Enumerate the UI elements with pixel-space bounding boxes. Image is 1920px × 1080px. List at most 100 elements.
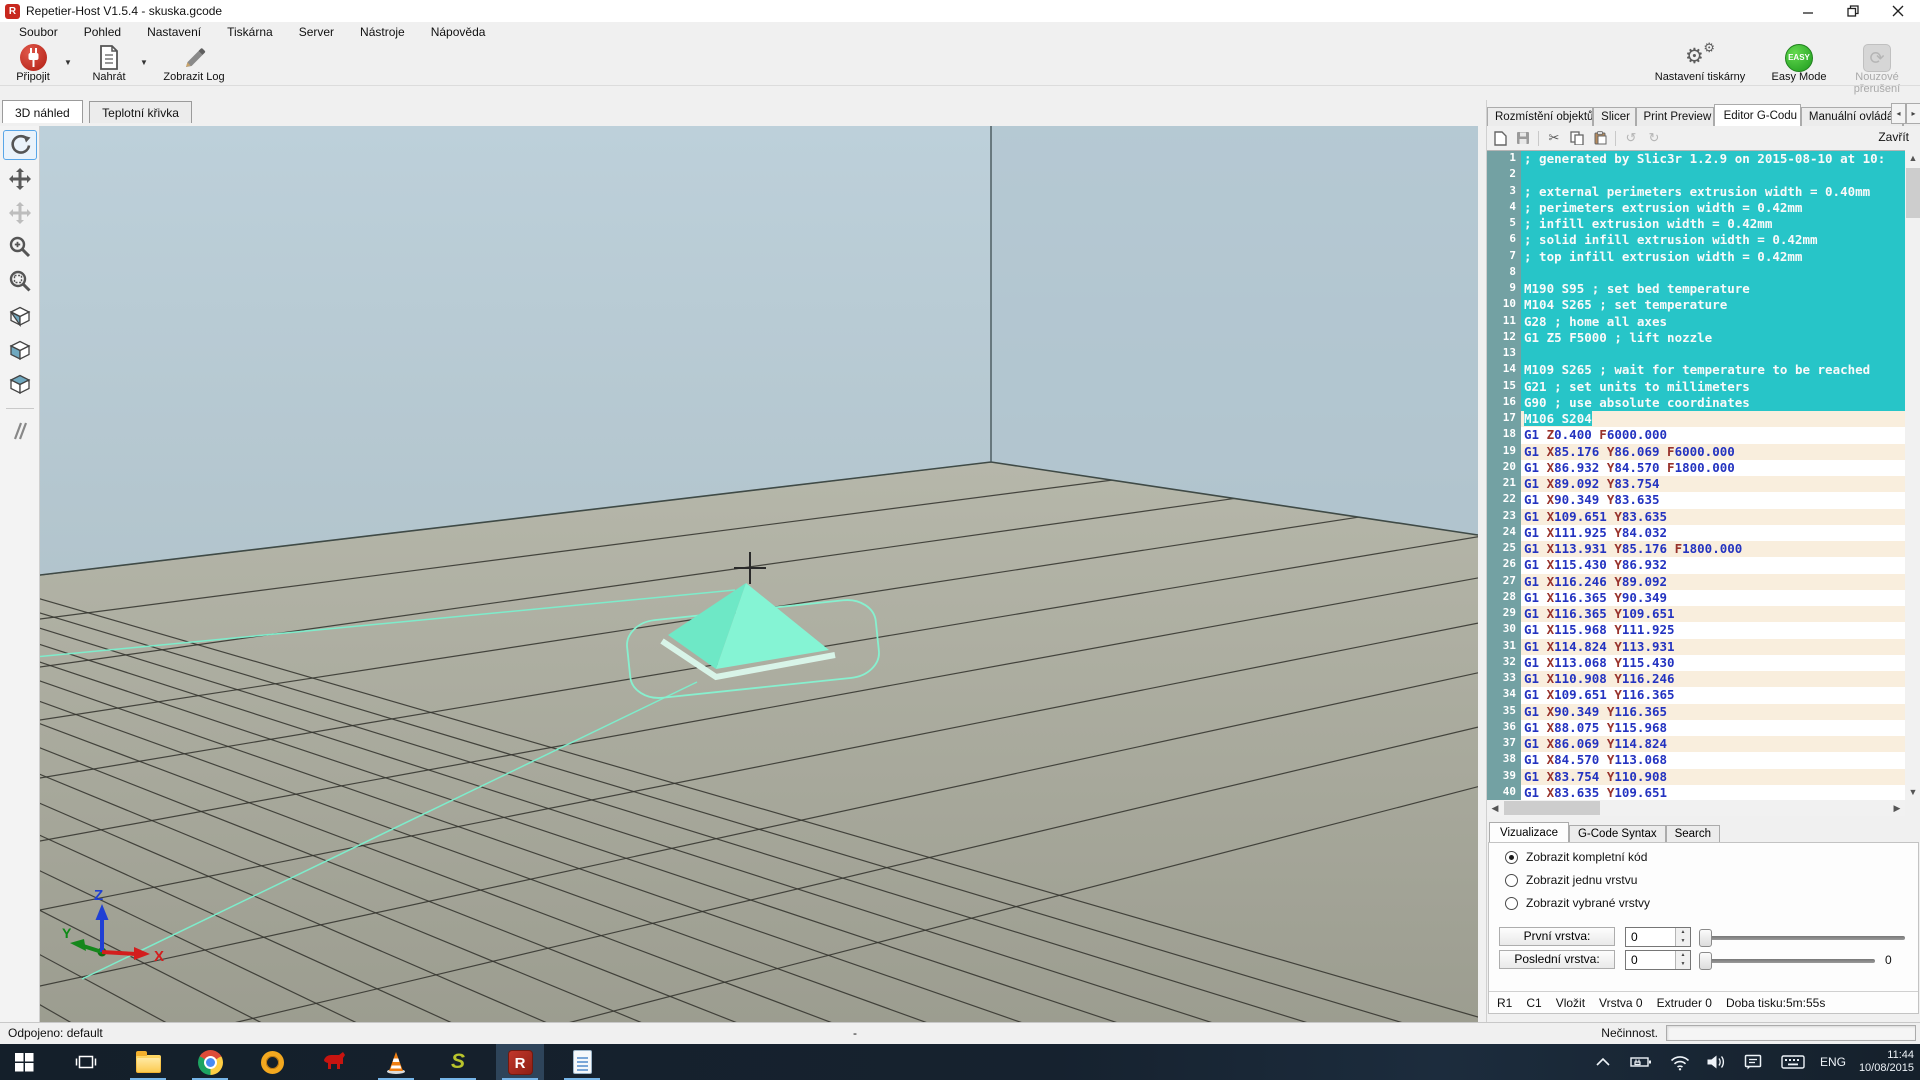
gcode-line[interactable]: G1 X88.075 Y115.968: [1521, 720, 1905, 736]
easy-mode-button[interactable]: EASY Easy Mode: [1766, 44, 1832, 84]
printer-settings-button[interactable]: ⚙⚙ Nastavení tiskárny: [1640, 44, 1760, 84]
scroll-left-arrow[interactable]: ◀: [1487, 800, 1503, 816]
slider-thumb[interactable]: [1699, 929, 1712, 947]
move-view-button[interactable]: [3, 164, 37, 194]
taskbar-icon-chrome[interactable]: [186, 1044, 234, 1080]
tray-wifi-button[interactable]: [1664, 1044, 1696, 1080]
spin-down-icon[interactable]: ▼: [1676, 937, 1690, 946]
gcode-line[interactable]: G1 X86.069 Y114.824: [1521, 736, 1905, 752]
gcode-line[interactable]: G1 Z5 F5000 ; lift nozzle: [1521, 330, 1905, 346]
spin-up-icon[interactable]: ▲: [1676, 951, 1690, 960]
radio-show-single-layer[interactable]: Zobrazit jednu vrstvu: [1505, 872, 1637, 888]
tray-chevron-button[interactable]: [1588, 1044, 1618, 1080]
radio-icon[interactable]: [1505, 874, 1518, 887]
vertical-scroll-thumb[interactable]: [1906, 168, 1920, 218]
gcode-editor[interactable]: 1234567891011121314151617181920212223242…: [1487, 150, 1905, 800]
gcode-line[interactable]: G1 X115.968 Y111.925: [1521, 622, 1905, 638]
tab-print-preview[interactable]: Print Preview: [1636, 107, 1714, 126]
tray-battery-button[interactable]: [1624, 1044, 1658, 1080]
menu-napoveda[interactable]: Nápověda: [418, 23, 499, 41]
gcode-line[interactable]: G1 X115.430 Y86.932: [1521, 557, 1905, 573]
upload-dropdown[interactable]: ▼: [140, 58, 148, 67]
taskbar-icon-orange-ring-app[interactable]: [248, 1044, 296, 1080]
gcode-line[interactable]: M190 S95 ; set bed temperature: [1521, 281, 1905, 297]
last-layer-label[interactable]: Poslední vrstva:: [1499, 950, 1615, 969]
gcode-line[interactable]: G28 ; home all axes: [1521, 314, 1905, 330]
slider-thumb[interactable]: [1699, 952, 1712, 970]
tray-action-center-button[interactable]: [1736, 1044, 1770, 1080]
tray-language-button[interactable]: ENG: [1814, 1044, 1852, 1080]
gcode-line[interactable]: G1 X109.651 Y116.365: [1521, 687, 1905, 703]
tray-volume-button[interactable]: [1700, 1044, 1732, 1080]
gcode-line[interactable]: G1 X86.932 Y84.570 F1800.000: [1521, 460, 1905, 476]
tab-3d-preview[interactable]: 3D náhled: [2, 100, 83, 123]
gcode-line[interactable]: G1 X114.824 Y113.931: [1521, 639, 1905, 655]
gcode-line[interactable]: ; infill extrusion width = 0.42mm: [1521, 216, 1905, 232]
fit-view-button[interactable]: [3, 266, 37, 296]
radio-show-complete-code[interactable]: Zobrazit kompletní kód: [1505, 849, 1647, 865]
copy-icon[interactable]: [1569, 130, 1585, 146]
taskbar-icon-notepad[interactable]: [558, 1044, 606, 1080]
menu-pohled[interactable]: Pohled: [71, 23, 134, 41]
gcode-line[interactable]: M104 S265 ; set temperature: [1521, 297, 1905, 313]
taskbar-icon-red-dog-app[interactable]: [310, 1044, 358, 1080]
spin-down-icon[interactable]: ▼: [1676, 960, 1690, 969]
gcode-line[interactable]: G1 X116.365 Y90.349: [1521, 590, 1905, 606]
menu-nastroje[interactable]: Nástroje: [347, 23, 418, 41]
gcode-line[interactable]: M106 S204: [1521, 411, 1905, 427]
taskbar-icon-sublime[interactable]: S: [434, 1044, 482, 1080]
connect-button[interactable]: Připojit: [4, 44, 62, 84]
tab-object-placement[interactable]: Rozmístění objektů: [1487, 107, 1593, 126]
radio-icon[interactable]: [1505, 897, 1518, 910]
rotate-view-button[interactable]: [3, 130, 37, 160]
scroll-right-arrow[interactable]: ▶: [1889, 800, 1905, 816]
viewport-3d[interactable]: Z Y X: [40, 126, 1478, 1022]
tray-keyboard-button[interactable]: [1774, 1044, 1812, 1080]
gcode-line[interactable]: G1 X84.570 Y113.068: [1521, 752, 1905, 768]
tabs-scroll-right-button[interactable]: ▸: [1906, 103, 1920, 124]
last-layer-spinner[interactable]: 0 ▲▼: [1625, 950, 1691, 970]
gcode-line[interactable]: G1 X83.754 Y110.908: [1521, 769, 1905, 785]
top-view-button[interactable]: [3, 368, 37, 398]
taskbar-icon-vlc[interactable]: [372, 1044, 420, 1080]
zoom-button[interactable]: [3, 232, 37, 262]
editor-close-button[interactable]: Zavřít: [1878, 130, 1909, 144]
front-view-button[interactable]: [3, 334, 37, 364]
horizontal-scroll-thumb[interactable]: [1504, 801, 1600, 815]
tab-vizualizace[interactable]: Vizualizace: [1489, 822, 1569, 842]
tab-slicer[interactable]: Slicer: [1593, 107, 1635, 126]
gcode-line[interactable]: G1 X89.092 Y83.754: [1521, 476, 1905, 492]
scroll-up-arrow[interactable]: ▲: [1905, 150, 1920, 166]
menu-soubor[interactable]: Soubor: [6, 23, 71, 41]
show-log-button[interactable]: Zobrazit Log: [156, 44, 232, 84]
gcode-line[interactable]: ; external perimeters extrusion width = …: [1521, 184, 1905, 200]
tab-temperature-curve[interactable]: Teplotní křivka: [89, 101, 192, 123]
gcode-line[interactable]: G1 X110.908 Y116.246: [1521, 671, 1905, 687]
radio-icon[interactable]: [1505, 851, 1518, 864]
upload-button[interactable]: Nahrát: [80, 44, 138, 84]
gcode-line[interactable]: [1521, 346, 1905, 362]
gcode-line[interactable]: G1 X113.068 Y115.430: [1521, 655, 1905, 671]
gcode-line[interactable]: ; perimeters extrusion width = 0.42mm: [1521, 200, 1905, 216]
tab-manual-control[interactable]: Manuální ovládání: [1801, 107, 1903, 126]
gcode-text-area[interactable]: ; generated by Slic3r 1.2.9 on 2015-08-1…: [1521, 151, 1905, 800]
gcode-line[interactable]: G21 ; set units to millimeters: [1521, 379, 1905, 395]
tabs-scroll-left-button[interactable]: ◂: [1891, 103, 1906, 124]
radio-show-selected-layers[interactable]: Zobrazit vybrané vrstvy: [1505, 895, 1650, 911]
paste-icon[interactable]: [1592, 130, 1608, 146]
spin-up-icon[interactable]: ▲: [1676, 928, 1690, 937]
gcode-line[interactable]: G1 X116.365 Y109.651: [1521, 606, 1905, 622]
gcode-line[interactable]: M109 S265 ; wait for temperature to be r…: [1521, 362, 1905, 378]
gcode-line[interactable]: G1 X90.349 Y116.365: [1521, 704, 1905, 720]
first-layer-spinner[interactable]: 0 ▲▼: [1625, 927, 1691, 947]
tab-search[interactable]: Search: [1666, 825, 1720, 842]
gcode-line[interactable]: G1 X90.349 Y83.635: [1521, 492, 1905, 508]
gcode-line[interactable]: ; generated by Slic3r 1.2.9 on 2015-08-1…: [1521, 151, 1905, 167]
menu-tiskarna[interactable]: Tiskárna: [214, 23, 286, 41]
gcode-line[interactable]: ; solid infill extrusion width = 0.42mm: [1521, 232, 1905, 248]
close-button[interactable]: [1875, 0, 1920, 22]
taskbar-icon-explorer[interactable]: [124, 1044, 172, 1080]
isometric-view-button[interactable]: [3, 300, 37, 330]
gcode-line[interactable]: G1 X109.651 Y83.635: [1521, 509, 1905, 525]
editor-vertical-scrollbar[interactable]: ▲ ▼: [1905, 150, 1920, 800]
